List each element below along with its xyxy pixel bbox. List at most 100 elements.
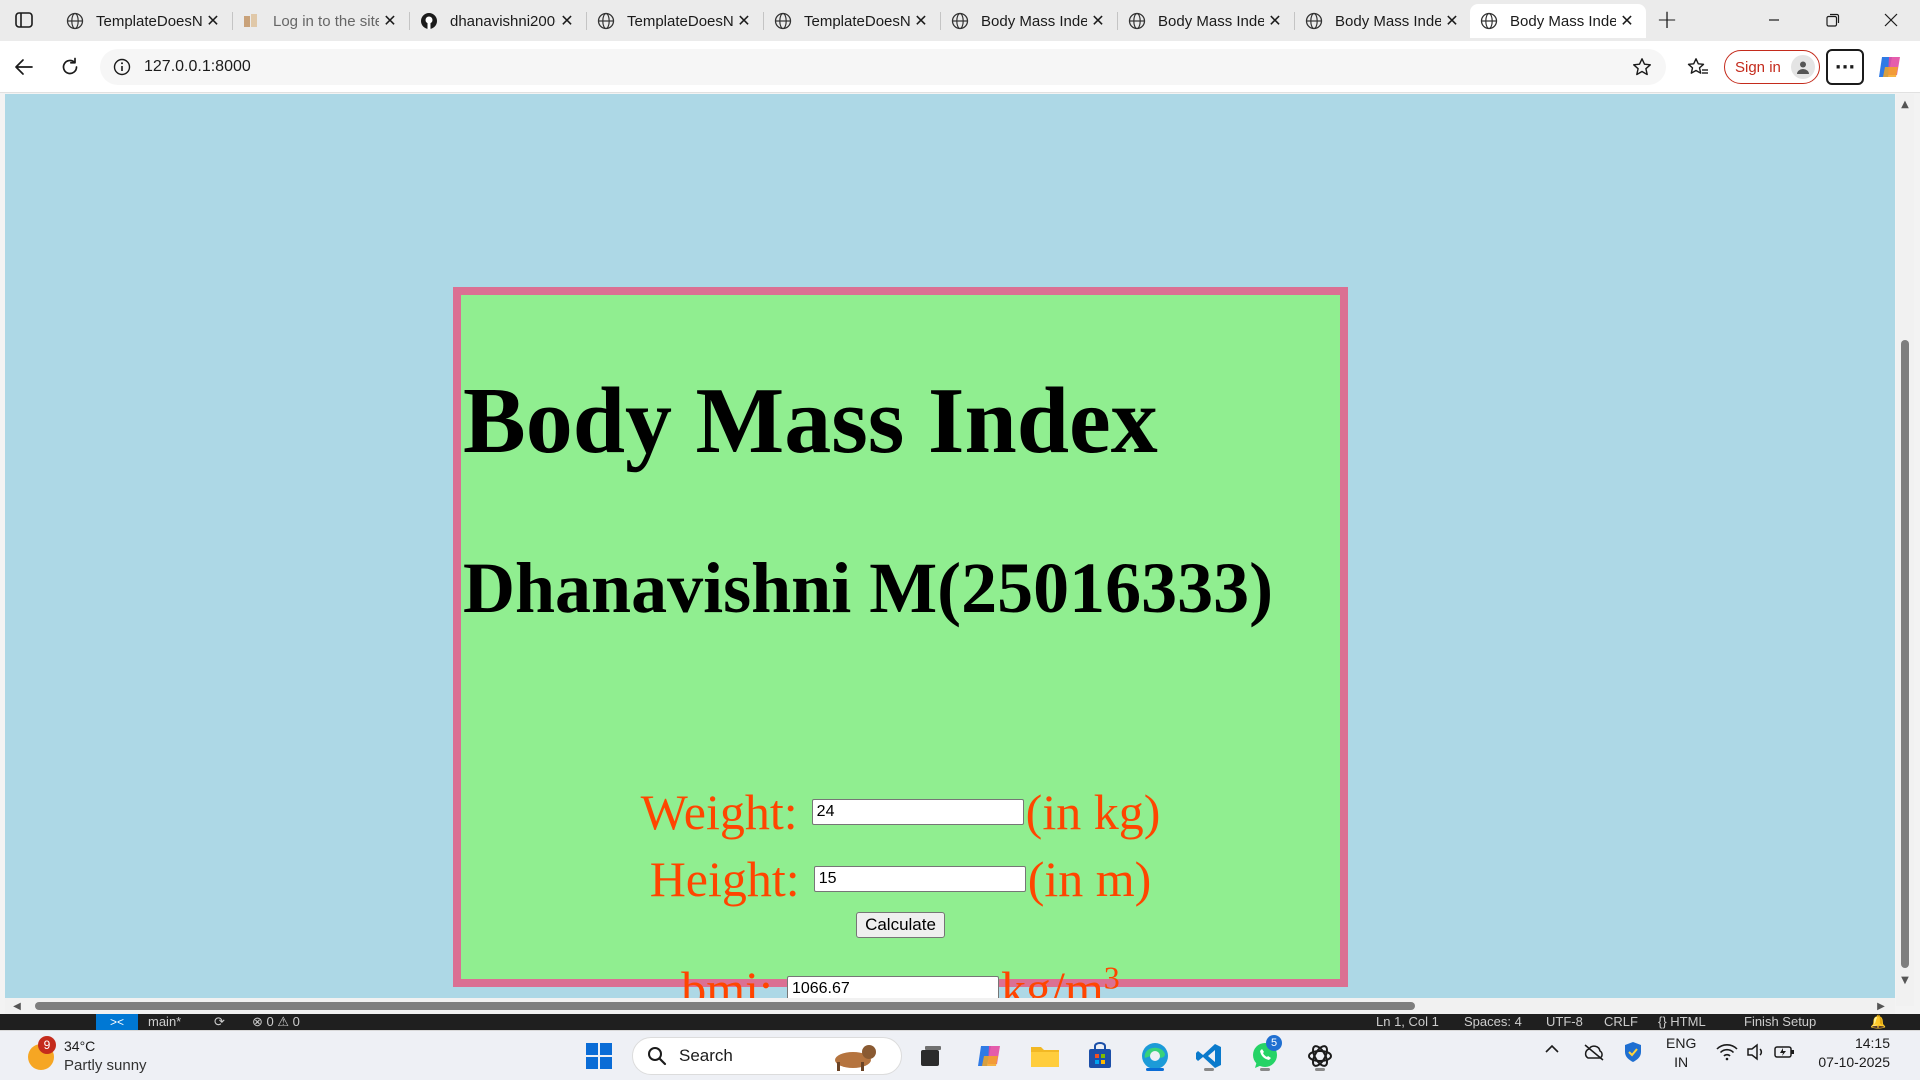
favorites-button[interactable] [1682, 51, 1714, 83]
favorite-star-icon[interactable] [1626, 51, 1658, 83]
vscode-status-bar: >< main* ⟳ ⊗ 0 ⚠ 0 Ln 1, Col 1 Spaces: 4… [0, 1014, 1920, 1030]
notifications-bell-icon[interactable]: 🔔 [1870, 1014, 1886, 1030]
globe-icon [1480, 12, 1498, 30]
remote-indicator[interactable]: >< [96, 1014, 138, 1030]
globe-icon [66, 12, 84, 30]
edge-button[interactable] [1138, 1039, 1172, 1073]
globe-icon [1305, 12, 1323, 30]
wifi-icon[interactable] [1716, 1043, 1738, 1064]
address-bar[interactable]: 127.0.0.1:8000 [100, 49, 1666, 85]
tab-actions-button[interactable] [8, 6, 40, 34]
height-unit: (in m) [1027, 851, 1152, 907]
vertical-scroll-thumb[interactable] [1901, 340, 1909, 968]
bmi-row: bmi: kg/m3 [461, 960, 1340, 998]
close-icon[interactable]: ✕ [1616, 10, 1638, 32]
whatsapp-button[interactable]: 5 [1248, 1035, 1282, 1073]
store-icon [1089, 1042, 1111, 1068]
tab-1[interactable]: TemplateDoesNotExist ✕ [56, 4, 233, 38]
file-explorer-button[interactable] [1028, 1039, 1062, 1073]
copilot-taskbar-button[interactable] [973, 1039, 1007, 1073]
weather-widget[interactable]: 9 34°C Partly sunny [24, 1036, 174, 1076]
url-text[interactable]: 127.0.0.1:8000 [144, 58, 1626, 76]
vertical-scrollbar[interactable]: ▲ ▼ [1896, 94, 1914, 1006]
scroll-up-arrow-icon[interactable]: ▲ [1899, 98, 1911, 110]
chatgpt-button[interactable] [1303, 1039, 1337, 1073]
tab-4[interactable]: TemplateDoesNotExist ✕ [587, 4, 764, 38]
site-info-icon[interactable] [104, 49, 140, 85]
windows-taskbar: 9 34°C Partly sunny Search 5 ENG IN 14:1… [0, 1030, 1920, 1080]
bmi-unit-exponent: 3 [1103, 959, 1120, 996]
taskbar-search[interactable]: Search [632, 1037, 902, 1075]
author-heading: Dhanavishni M(25016333) [463, 548, 1274, 628]
reload-button[interactable] [54, 51, 86, 83]
task-view-icon [921, 1046, 941, 1066]
tab-7[interactable]: Body Mass Index ✕ [1118, 4, 1295, 38]
tab-label: Body Mass Index [981, 12, 1087, 30]
language-mode[interactable]: {} HTML [1658, 1014, 1706, 1029]
bmi-output[interactable] [786, 976, 999, 998]
tab-label: TemplateDoesNotExist [627, 12, 733, 30]
close-icon[interactable]: ✕ [556, 10, 578, 32]
scroll-down-arrow-icon[interactable]: ▼ [1899, 974, 1911, 986]
close-icon[interactable]: ✕ [202, 10, 224, 32]
git-branch[interactable]: main* [148, 1014, 181, 1029]
system-clock[interactable]: 14:15 07-10-2025 [1810, 1034, 1890, 1072]
scroll-left-arrow-icon[interactable]: ◀ [11, 1000, 23, 1012]
file-encoding[interactable]: UTF-8 [1546, 1014, 1583, 1029]
sync-icon[interactable]: ⟳ [214, 1014, 225, 1030]
volume-icon[interactable] [1746, 1043, 1766, 1064]
height-input[interactable] [813, 866, 1026, 892]
globe-icon [1128, 12, 1146, 30]
tab-2[interactable]: Log in to the site ✕ [233, 4, 410, 38]
tab-9-active[interactable]: Body Mass Index ✕ [1470, 4, 1646, 38]
back-button[interactable] [8, 51, 40, 83]
finish-setup[interactable]: Finish Setup [1744, 1014, 1816, 1029]
language-code: ENG [1666, 1035, 1697, 1051]
horizontal-scrollbar[interactable]: ◀ ▶ [5, 998, 1895, 1014]
scroll-right-arrow-icon[interactable]: ▶ [1875, 1000, 1887, 1012]
line-ending[interactable]: CRLF [1604, 1014, 1638, 1029]
copilot-icon[interactable] [1876, 53, 1904, 81]
minimize-button[interactable] [1751, 0, 1797, 40]
onedrive-offline-icon[interactable] [1582, 1043, 1606, 1064]
close-icon[interactable]: ✕ [1441, 10, 1463, 32]
close-icon[interactable]: ✕ [910, 10, 932, 32]
close-icon[interactable]: ✕ [1264, 10, 1286, 32]
vscode-button[interactable] [1192, 1039, 1226, 1073]
horizontal-scroll-thumb[interactable] [35, 1002, 1415, 1010]
store-button[interactable] [1083, 1039, 1117, 1073]
tab-label: Body Mass Index [1335, 12, 1441, 30]
weight-input[interactable] [811, 799, 1024, 825]
bmi-label: bmi: [681, 961, 773, 998]
close-window-button[interactable] [1868, 0, 1914, 40]
task-view-button[interactable] [914, 1039, 948, 1073]
new-tab-button[interactable]: + [1652, 5, 1682, 35]
tab-label: Log in to the site [273, 12, 379, 30]
sign-in-button[interactable]: Sign in [1724, 50, 1820, 84]
start-button[interactable] [582, 1039, 616, 1073]
tab-3[interactable]: dhanavishni2006 ✕ [410, 4, 587, 38]
tab-5[interactable]: TemplateDoesNotExist ✕ [764, 4, 941, 38]
close-icon[interactable]: ✕ [1087, 10, 1109, 32]
bmi-unit-base: kg/m [1000, 961, 1104, 998]
indent-setting[interactable]: Spaces: 4 [1464, 1014, 1522, 1029]
tab-6[interactable]: Body Mass Index ✕ [941, 4, 1118, 38]
tab-actions-icon [15, 12, 33, 28]
problems-indicator[interactable]: ⊗ 0 ⚠ 0 [252, 1014, 300, 1030]
show-hidden-icons-chevron-icon[interactable] [1544, 1043, 1560, 1058]
tab-8[interactable]: Body Mass Index ✕ [1295, 4, 1471, 38]
settings-and-more-button[interactable]: ··· [1826, 49, 1864, 85]
close-icon[interactable]: ✕ [733, 10, 755, 32]
calculate-button[interactable]: Calculate [856, 912, 945, 938]
battery-charging-icon[interactable] [1774, 1043, 1796, 1064]
tab-label: dhanavishni2006 [450, 12, 556, 30]
input-language[interactable]: ENG IN [1666, 1034, 1696, 1072]
close-icon[interactable]: ✕ [379, 10, 401, 32]
running-app-indicator [1260, 1068, 1270, 1071]
close-window-icon [1884, 13, 1898, 27]
weight-label: Weight: [640, 784, 798, 840]
cursor-position[interactable]: Ln 1, Col 1 [1376, 1014, 1439, 1029]
edge-icon [1142, 1043, 1168, 1069]
restore-button[interactable] [1810, 0, 1856, 40]
security-shield-icon[interactable] [1623, 1041, 1643, 1066]
